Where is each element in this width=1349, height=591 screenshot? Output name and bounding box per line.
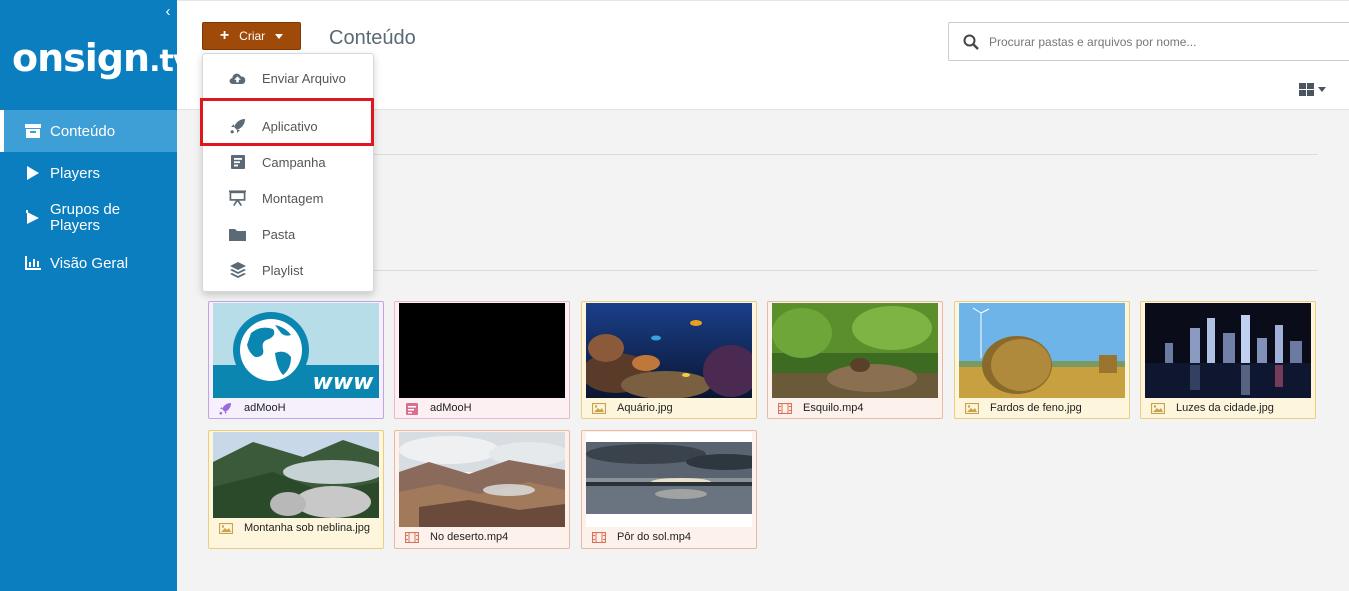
sidebar-item-grupos-de-players[interactable]: Grupos de Players <box>0 194 177 242</box>
search-box <box>948 22 1349 61</box>
file-caption: Fardos de feno.jpg <box>955 398 1129 415</box>
file-name: adMooH <box>430 402 472 414</box>
create-dropdown-menu: Enviar Arquivo Aplicativo Campanha Monta… <box>202 53 375 292</box>
file-name: adMooH <box>244 402 286 414</box>
file-thumbnail <box>586 432 752 527</box>
search-input[interactable] <box>989 34 1329 49</box>
menu-item-aplicativo[interactable]: Aplicativo <box>203 108 375 144</box>
film-icon <box>591 531 606 544</box>
logo: onsign.tv <box>12 36 192 80</box>
image-icon <box>218 522 233 535</box>
file-tile[interactable]: Montanha sob neblina.jpg <box>208 430 384 549</box>
file-caption: Luzes da cidade.jpg <box>1141 398 1315 415</box>
menu-item-label: Campanha <box>262 154 326 170</box>
create-button[interactable]: + Criar <box>202 22 301 50</box>
sidebar-item-conteudo[interactable]: Conteúdo <box>0 110 177 152</box>
film-icon <box>404 531 419 544</box>
menu-item-label: Montagem <box>262 190 324 206</box>
logo-text: onsign <box>12 36 150 80</box>
file-name: Pôr do sol.mp4 <box>617 531 691 543</box>
file-tile[interactable]: Luzes da cidade.jpg <box>1140 301 1316 419</box>
cloud-upload-icon <box>229 70 246 87</box>
film-icon <box>777 402 792 415</box>
caret-down-icon <box>1318 86 1326 92</box>
menu-item-enviar-arquivo[interactable]: Enviar Arquivo <box>203 60 375 96</box>
caret-down-icon <box>275 33 284 39</box>
file-caption: Esquilo.mp4 <box>768 398 942 415</box>
menu-item-playlist[interactable]: Playlist <box>203 252 375 288</box>
file-tile[interactable]: No deserto.mp4 <box>394 430 570 549</box>
file-tile[interactable]: Aquário.jpg <box>581 301 757 419</box>
sidebar-item-label: Grupos de Players <box>50 201 121 234</box>
rocket-icon <box>229 118 246 135</box>
menu-item-montagem[interactable]: Montagem <box>203 180 375 216</box>
image-icon <box>964 402 979 415</box>
file-name: No deserto.mp4 <box>430 531 509 543</box>
svg-text:www: www <box>313 370 375 395</box>
grid-view-icon <box>1299 82 1314 96</box>
search-icon <box>963 34 979 50</box>
file-tile[interactable]: www adMooH <box>208 301 384 419</box>
file-thumbnail <box>1145 303 1311 398</box>
file-tile[interactable]: Esquilo.mp4 <box>767 301 943 419</box>
file-thumbnail <box>213 432 379 527</box>
file-name: Montanha sob neblina.jpg <box>244 522 370 534</box>
file-name: Luzes da cidade.jpg <box>1176 402 1274 414</box>
menu-item-label: Pasta <box>262 226 296 242</box>
rocket-icon <box>218 402 233 415</box>
top-divider <box>177 0 1349 1</box>
file-name: Fardos de feno.jpg <box>990 402 1082 414</box>
layers-icon <box>229 262 246 279</box>
file-name: Aquário.jpg <box>617 402 673 414</box>
menu-item-campanha[interactable]: Campanha <box>203 144 375 180</box>
file-thumbnail <box>959 303 1125 398</box>
file-thumbnail <box>772 303 938 398</box>
sidebar-item-label: Players <box>50 164 101 182</box>
file-tile[interactable]: Pôr do sol.mp4 <box>581 430 757 549</box>
file-thumbnail <box>399 303 565 398</box>
campaign-icon <box>404 402 419 415</box>
menu-item-label: Enviar Arquivo <box>262 70 346 86</box>
presentation-icon <box>229 190 246 207</box>
sidebar-item-label: Visão Geral <box>50 254 129 272</box>
sidebar-item-label: Conteúdo <box>50 122 116 140</box>
file-thumbnail <box>399 432 565 527</box>
menu-divider <box>203 99 375 100</box>
menu-item-label: Aplicativo <box>262 118 318 134</box>
archive-icon <box>24 123 41 140</box>
file-thumbnail <box>586 303 752 398</box>
plus-icon: + <box>219 27 230 44</box>
file-caption: Aquário.jpg <box>582 398 756 415</box>
menu-item-label: Playlist <box>262 262 304 278</box>
sidebar-item-visao-geral[interactable]: Visão Geral <box>0 242 177 284</box>
sidebar-nav: Conteúdo Players Grupos de Players Visão… <box>0 110 177 284</box>
sidebar-item-players[interactable]: Players <box>0 152 177 194</box>
player-group-icon <box>24 210 41 227</box>
file-caption: Montanha sob neblina.jpg <box>209 518 383 535</box>
create-button-label: Criar <box>239 29 266 43</box>
file-caption: Pôr do sol.mp4 <box>582 527 756 544</box>
collapse-sidebar-icon[interactable]: ‹ <box>160 3 176 21</box>
view-mode-toggle[interactable] <box>1299 81 1329 97</box>
play-icon <box>24 165 41 182</box>
file-tile[interactable]: adMooH <box>394 301 570 419</box>
sidebar: ‹ onsign.tv Conteúdo Players Grupos de P… <box>0 0 192 591</box>
menu-item-pasta[interactable]: Pasta <box>203 216 375 252</box>
file-caption: No deserto.mp4 <box>395 527 569 544</box>
page-title: Conteúdo <box>329 27 416 49</box>
file-caption: adMooH <box>395 398 569 415</box>
file-name: Esquilo.mp4 <box>803 402 864 414</box>
image-icon <box>591 402 606 415</box>
file-thumbnail: www <box>213 303 379 398</box>
file-caption: adMooH <box>209 398 383 415</box>
folder-icon <box>229 226 246 243</box>
image-icon <box>1150 402 1165 415</box>
campaign-icon <box>229 154 246 171</box>
bar-chart-icon <box>24 255 41 272</box>
file-tile[interactable]: Fardos de feno.jpg <box>954 301 1130 419</box>
